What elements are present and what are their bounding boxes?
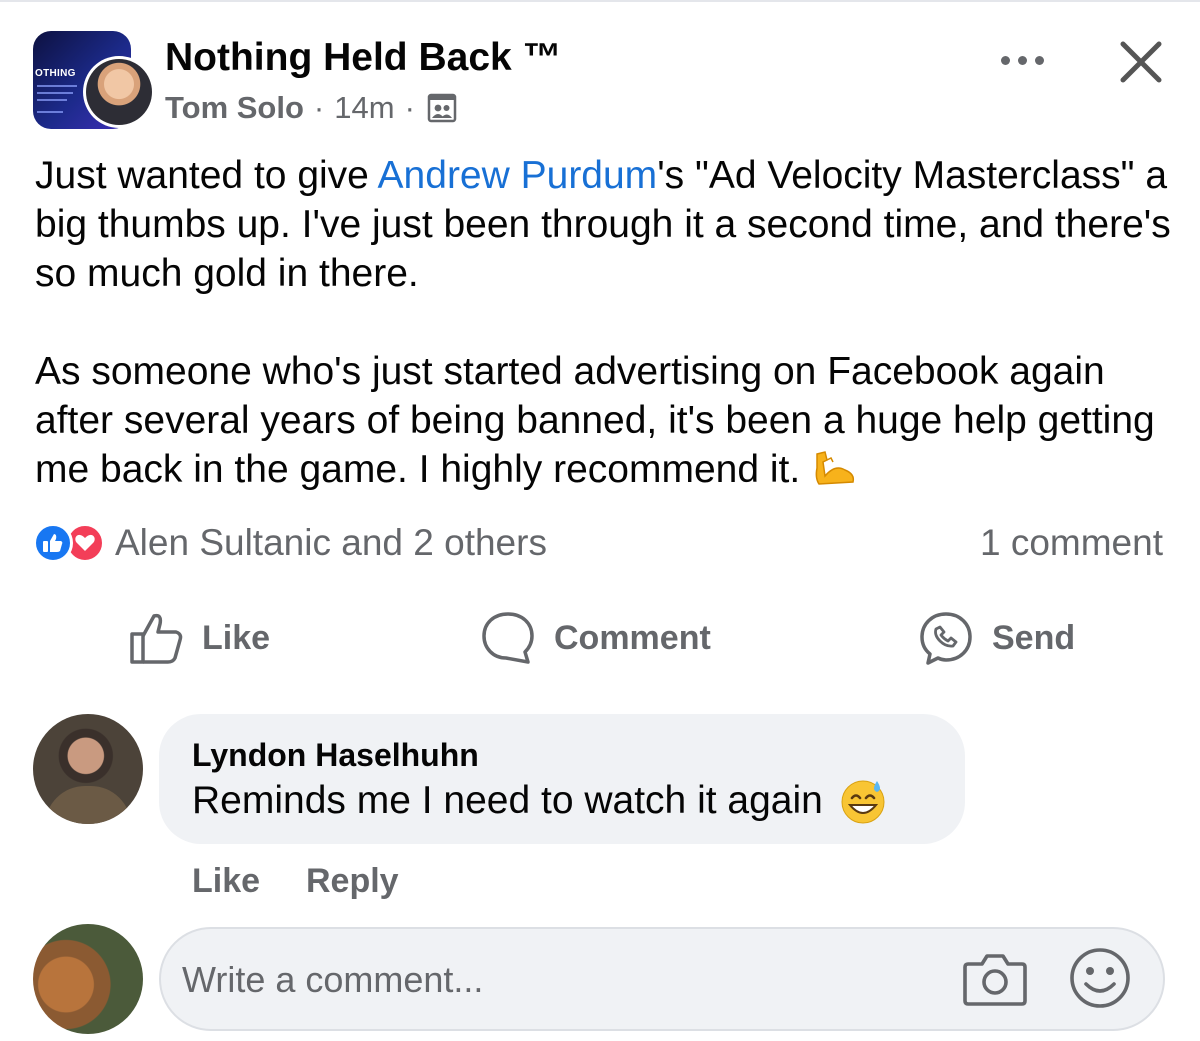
- reactions-summary[interactable]: Alen Sultanic and 2 others: [33, 520, 547, 566]
- post-paragraph: As someone who's just started advertisin…: [35, 350, 1155, 491]
- camera-button[interactable]: [962, 950, 1028, 1008]
- comment-text: Reminds me I need to watch it again: [192, 777, 887, 825]
- current-user-avatar[interactable]: [33, 924, 143, 1034]
- reactions-text: Alen Sultanic and 2 others: [115, 522, 547, 563]
- more-options-button[interactable]: [994, 45, 1050, 75]
- like-button[interactable]: Like: [128, 608, 270, 668]
- mention-link[interactable]: Andrew Purdum: [378, 154, 658, 197]
- comment-input[interactable]: [182, 955, 902, 1005]
- post-paragraph: Just wanted to give Andrew Purdum's "Ad …: [35, 154, 1171, 295]
- group-name[interactable]: Nothing Held Back ™: [165, 34, 562, 82]
- camera-icon: [963, 954, 1027, 1006]
- comment-label: Comment: [554, 618, 711, 657]
- group-avatar[interactable]: OTHING: [33, 31, 155, 129]
- meta-separator: ·: [313, 90, 325, 125]
- post-time[interactable]: 14m: [334, 88, 394, 128]
- smiley-icon: [1070, 948, 1130, 1008]
- comment-like-button[interactable]: Like: [192, 860, 260, 902]
- close-button[interactable]: [1115, 36, 1167, 88]
- send-button[interactable]: Send: [918, 608, 1075, 668]
- privacy-group-icon[interactable]: [427, 93, 457, 123]
- comment-count[interactable]: 1 comment: [980, 520, 1163, 566]
- sweat-smile-emoji: [839, 777, 887, 825]
- comment-author[interactable]: Lyndon Haselhuhn: [192, 735, 479, 775]
- messenger-send-icon: [920, 612, 972, 665]
- top-divider: [0, 0, 1200, 2]
- close-icon: [1120, 41, 1162, 83]
- author-name[interactable]: Tom Solo: [165, 88, 304, 128]
- post-meta: Tom Solo · 14m ·: [165, 88, 457, 128]
- comment-reply-button[interactable]: Reply: [306, 860, 399, 902]
- flexed-biceps-emoji: [811, 448, 859, 488]
- comment-bubble-icon: [482, 612, 534, 664]
- like-reaction-icon: [33, 523, 73, 563]
- send-label: Send: [992, 618, 1076, 657]
- post-body: Just wanted to give Andrew Purdum's "Ad …: [35, 151, 1175, 494]
- commenter-avatar[interactable]: [33, 714, 143, 824]
- group-thumb-text: OTHING: [35, 68, 76, 79]
- like-label: Like: [202, 618, 271, 657]
- author-avatar[interactable]: [83, 56, 155, 128]
- meta-separator: ·: [404, 90, 415, 125]
- thumbs-up-icon: [130, 613, 183, 664]
- comment-button[interactable]: Comment: [480, 608, 711, 668]
- more-icon: [1000, 55, 1010, 65]
- emoji-button[interactable]: [1068, 946, 1132, 1010]
